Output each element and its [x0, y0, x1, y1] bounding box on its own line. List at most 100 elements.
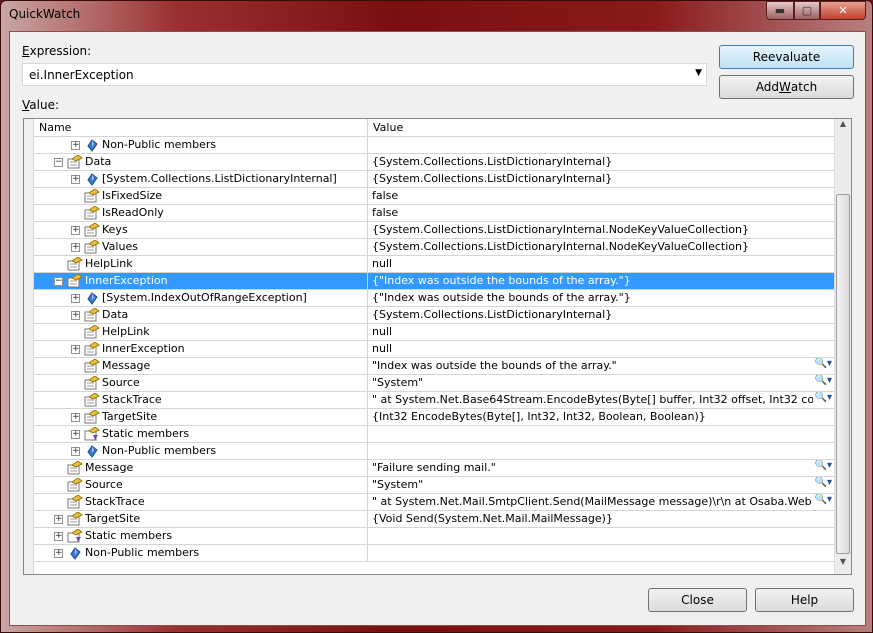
table-row[interactable]: + Static members [34, 426, 834, 443]
scroll-up-arrow-icon[interactable]: ▲ [835, 119, 851, 136]
table-row[interactable]: − InnerException {"Index was outside the b… [34, 273, 834, 290]
table-row[interactable]: + [System.Collections.ListDictionaryInter… [34, 171, 834, 188]
value-cell[interactable]: {Int32 EncodeBytes(Byte[], Int32, Int32,… [368, 409, 834, 425]
table-row[interactable]: + TargetSite {Int32 EncodeBytes(Byte[], In… [34, 409, 834, 426]
column-header-value[interactable]: Value [368, 119, 834, 137]
text-visualizer-icon[interactable]: 🔍▾ [812, 375, 832, 386]
row-value: {System.Collections.ListDictionaryIntern… [372, 172, 613, 185]
name-cell: + TargetSite [34, 511, 368, 527]
row-value: null [372, 325, 393, 338]
expand-icon[interactable]: + [71, 345, 80, 354]
expand-icon[interactable]: + [71, 413, 80, 422]
row-name: IsReadOnly [102, 206, 164, 219]
row-name: Data [102, 308, 129, 321]
value-cell[interactable] [368, 137, 834, 153]
help-button[interactable]: Help [755, 588, 854, 612]
value-cell[interactable]: " at System.Net.Mail.SmtpClient.Send(Mai… [368, 494, 834, 510]
value-cell[interactable]: "Index was outside the bounds of the arr… [368, 358, 834, 374]
table-row[interactable]: Source "System" 🔍▾ [34, 375, 834, 392]
expand-icon[interactable]: + [71, 243, 80, 252]
expand-icon[interactable]: + [71, 141, 80, 150]
expression-combobox[interactable]: ei.InnerException ▼ [22, 63, 707, 86]
table-row[interactable]: Message "Index was outside the bounds of … [34, 358, 834, 375]
expression-input[interactable]: ei.InnerException [29, 68, 134, 82]
value-cell[interactable]: {Void Send(System.Net.Mail.MailMessage)} [368, 511, 834, 527]
expand-icon[interactable]: + [71, 430, 80, 439]
table-row[interactable]: IsReadOnly false [34, 205, 834, 222]
table-row[interactable]: + TargetSite {Void Send(System.Net.Mail.Ma… [34, 511, 834, 528]
expand-icon[interactable]: + [71, 294, 80, 303]
text-visualizer-icon[interactable]: 🔍▾ [812, 358, 832, 369]
table-row[interactable]: + Non-Public members [34, 545, 834, 562]
value-cell[interactable]: null [368, 256, 834, 272]
chevron-down-icon[interactable]: ▼ [695, 68, 702, 78]
property-icon [84, 239, 100, 254]
value-cell[interactable]: " at System.Net.Base64Stream.EncodeBytes… [368, 392, 834, 408]
add-watch-accel: W [779, 80, 791, 94]
table-row[interactable]: + InnerException null [34, 341, 834, 358]
reevaluate-button[interactable]: Reevaluate [719, 45, 854, 69]
expand-icon[interactable]: + [71, 311, 80, 320]
text-visualizer-icon[interactable]: 🔍▾ [812, 494, 832, 505]
expand-icon[interactable]: + [71, 175, 80, 184]
table-row[interactable]: + Non-Public members [34, 137, 834, 154]
value-cell[interactable] [368, 443, 834, 459]
value-cell[interactable]: "Failure sending mail." 🔍▾ [368, 460, 834, 476]
text-visualizer-icon[interactable]: 🔍▾ [812, 477, 832, 488]
value-cell[interactable]: {"Index was outside the bounds of the ar… [368, 290, 834, 306]
name-cell: IsFixedSize [34, 188, 368, 204]
table-row[interactable]: − Data {System.Collections.ListDictionaryI… [34, 154, 834, 171]
collapse-icon[interactable]: − [54, 158, 63, 167]
value-cell[interactable]: "System" 🔍▾ [368, 477, 834, 493]
value-cell[interactable]: "System" 🔍▾ [368, 375, 834, 391]
collapse-icon[interactable]: − [54, 277, 63, 286]
text-visualizer-icon[interactable]: 🔍▾ [812, 460, 832, 471]
value-cell[interactable]: {System.Collections.ListDictionaryIntern… [368, 222, 834, 238]
value-cell[interactable] [368, 545, 834, 561]
value-cell[interactable] [368, 528, 834, 544]
value-cell[interactable] [368, 426, 834, 442]
value-cell[interactable]: {System.Collections.ListDictionaryIntern… [368, 171, 834, 187]
value-cell[interactable]: {"Index was outside the bounds of the ar… [368, 273, 834, 289]
expand-icon[interactable]: + [54, 532, 63, 541]
expand-icon[interactable]: + [54, 549, 63, 558]
name-cell: + [System.Collections.ListDictionaryInter… [34, 171, 368, 187]
expand-icon[interactable]: + [71, 226, 80, 235]
table-row[interactable]: Source "System" 🔍▾ [34, 477, 834, 494]
text-visualizer-icon[interactable]: 🔍▾ [812, 392, 832, 403]
value-cell[interactable]: false [368, 205, 834, 221]
table-row[interactable]: + [System.IndexOutOfRangeException] {"Inde… [34, 290, 834, 307]
table-row[interactable]: + Keys {System.Collections.ListDictionaryI… [34, 222, 834, 239]
vertical-scrollbar[interactable]: ▲ ▼ [834, 119, 851, 574]
maximize-button[interactable]: ▢ [794, 1, 820, 20]
value-cell[interactable]: {System.Collections.ListDictionaryIntern… [368, 154, 834, 170]
table-row[interactable]: HelpLink null [34, 324, 834, 341]
scroll-down-arrow-icon[interactable]: ▼ [835, 557, 851, 574]
add-watch-button[interactable]: Add Watch [719, 75, 854, 99]
value-cell[interactable]: null [368, 341, 834, 357]
scrollbar-thumb[interactable] [836, 194, 850, 554]
table-row[interactable]: IsFixedSize false [34, 188, 834, 205]
table-row[interactable]: Message "Failure sending mail." 🔍▾ [34, 460, 834, 477]
row-name: Source [102, 376, 140, 389]
table-row[interactable]: + Static members [34, 528, 834, 545]
table-row[interactable]: StackTrace " at System.Net.Mail.SmtpClien… [34, 494, 834, 511]
close-window-button[interactable]: ✕ [820, 1, 866, 20]
table-row[interactable]: + Non-Public members [34, 443, 834, 460]
table-row[interactable]: StackTrace " at System.Net.Base64Stream.E… [34, 392, 834, 409]
table-row[interactable]: + Data {System.Collections.ListDictionaryI… [34, 307, 834, 324]
expand-icon[interactable]: + [54, 515, 63, 524]
column-header-name[interactable]: Name [34, 119, 368, 137]
grid-gutter [24, 119, 34, 574]
value-cell[interactable]: false [368, 188, 834, 204]
row-name: Message [85, 461, 134, 474]
expand-icon[interactable]: + [71, 447, 80, 456]
value-cell[interactable]: {System.Collections.ListDictionaryIntern… [368, 239, 834, 255]
table-row[interactable]: HelpLink null [34, 256, 834, 273]
close-button[interactable]: Close [648, 588, 747, 612]
table-row[interactable]: + Values {System.Collections.ListDictionar… [34, 239, 834, 256]
minimize-button[interactable]: ▬ [766, 1, 794, 20]
value-cell[interactable]: null [368, 324, 834, 340]
value-cell[interactable]: {System.Collections.ListDictionaryIntern… [368, 307, 834, 323]
row-name: Static members [85, 529, 173, 542]
